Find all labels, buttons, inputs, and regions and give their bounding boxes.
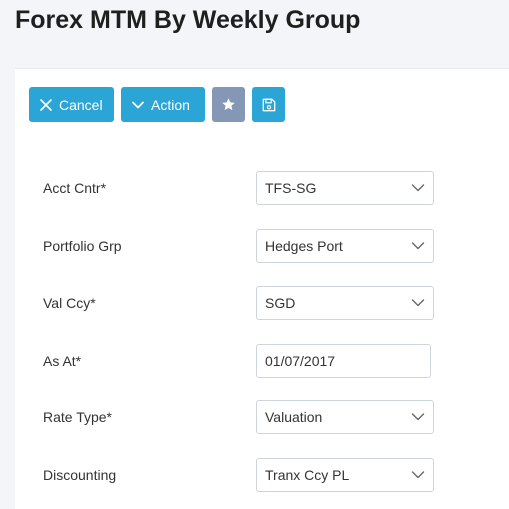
- acct-cntr-select[interactable]: TFS-SG: [256, 171, 434, 205]
- chevron-down-icon: [411, 298, 425, 308]
- acct-cntr-label: Acct Cntr*: [43, 180, 107, 196]
- discounting-label: Discounting: [43, 467, 117, 483]
- portfolio-grp-value: Hedges Port: [265, 238, 343, 254]
- favorite-button[interactable]: [212, 87, 245, 122]
- val-ccy-value: SGD: [265, 295, 296, 311]
- form-row-discounting: Discounting Tranx Ccy PL: [43, 457, 434, 493]
- cancel-button-label: Cancel: [59, 96, 103, 113]
- as-at-date-input[interactable]: [256, 344, 431, 378]
- acct-cntr-value: TFS-SG: [265, 180, 317, 196]
- close-icon: [39, 98, 53, 112]
- rate-type-label: Rate Type*: [43, 409, 113, 425]
- portfolio-grp-select[interactable]: Hedges Port: [256, 229, 434, 263]
- discounting-value: Tranx Ccy PL: [265, 467, 350, 483]
- chevron-down-icon: [411, 241, 425, 251]
- form-row-as-at: As At*: [43, 343, 434, 379]
- rate-type-value: Valuation: [265, 409, 323, 425]
- star-icon: [221, 97, 236, 112]
- form-row-rate-type: Rate Type* Valuation: [43, 399, 434, 435]
- chevron-down-icon: [411, 183, 425, 193]
- form-row-acct-cntr: Acct Cntr* TFS-SG: [43, 170, 434, 206]
- val-ccy-select[interactable]: SGD: [256, 286, 434, 320]
- action-button[interactable]: Action: [121, 87, 205, 122]
- save-button[interactable]: [252, 87, 285, 122]
- cancel-button[interactable]: Cancel: [29, 87, 114, 122]
- floppy-disk-icon: [262, 98, 276, 112]
- discounting-select[interactable]: Tranx Ccy PL: [256, 458, 434, 492]
- report-form-card: Cancel Action Acct Cntr* TFS-SG Portfoli…: [15, 68, 509, 509]
- chevron-down-icon: [411, 412, 425, 422]
- action-button-label: Action: [151, 96, 190, 113]
- toolbar: Cancel Action: [29, 87, 285, 122]
- page-title: Forex MTM By Weekly Group: [15, 6, 361, 34]
- val-ccy-label: Val Ccy*: [43, 295, 96, 311]
- chevron-down-icon: [411, 470, 425, 480]
- chevron-down-icon: [131, 98, 145, 112]
- portfolio-grp-label: Portfolio Grp: [43, 238, 122, 254]
- form-row-portfolio-grp: Portfolio Grp Hedges Port: [43, 228, 434, 264]
- as-at-label: As At*: [43, 353, 82, 369]
- rate-type-select[interactable]: Valuation: [256, 400, 434, 434]
- form-row-val-ccy: Val Ccy* SGD: [43, 285, 434, 321]
